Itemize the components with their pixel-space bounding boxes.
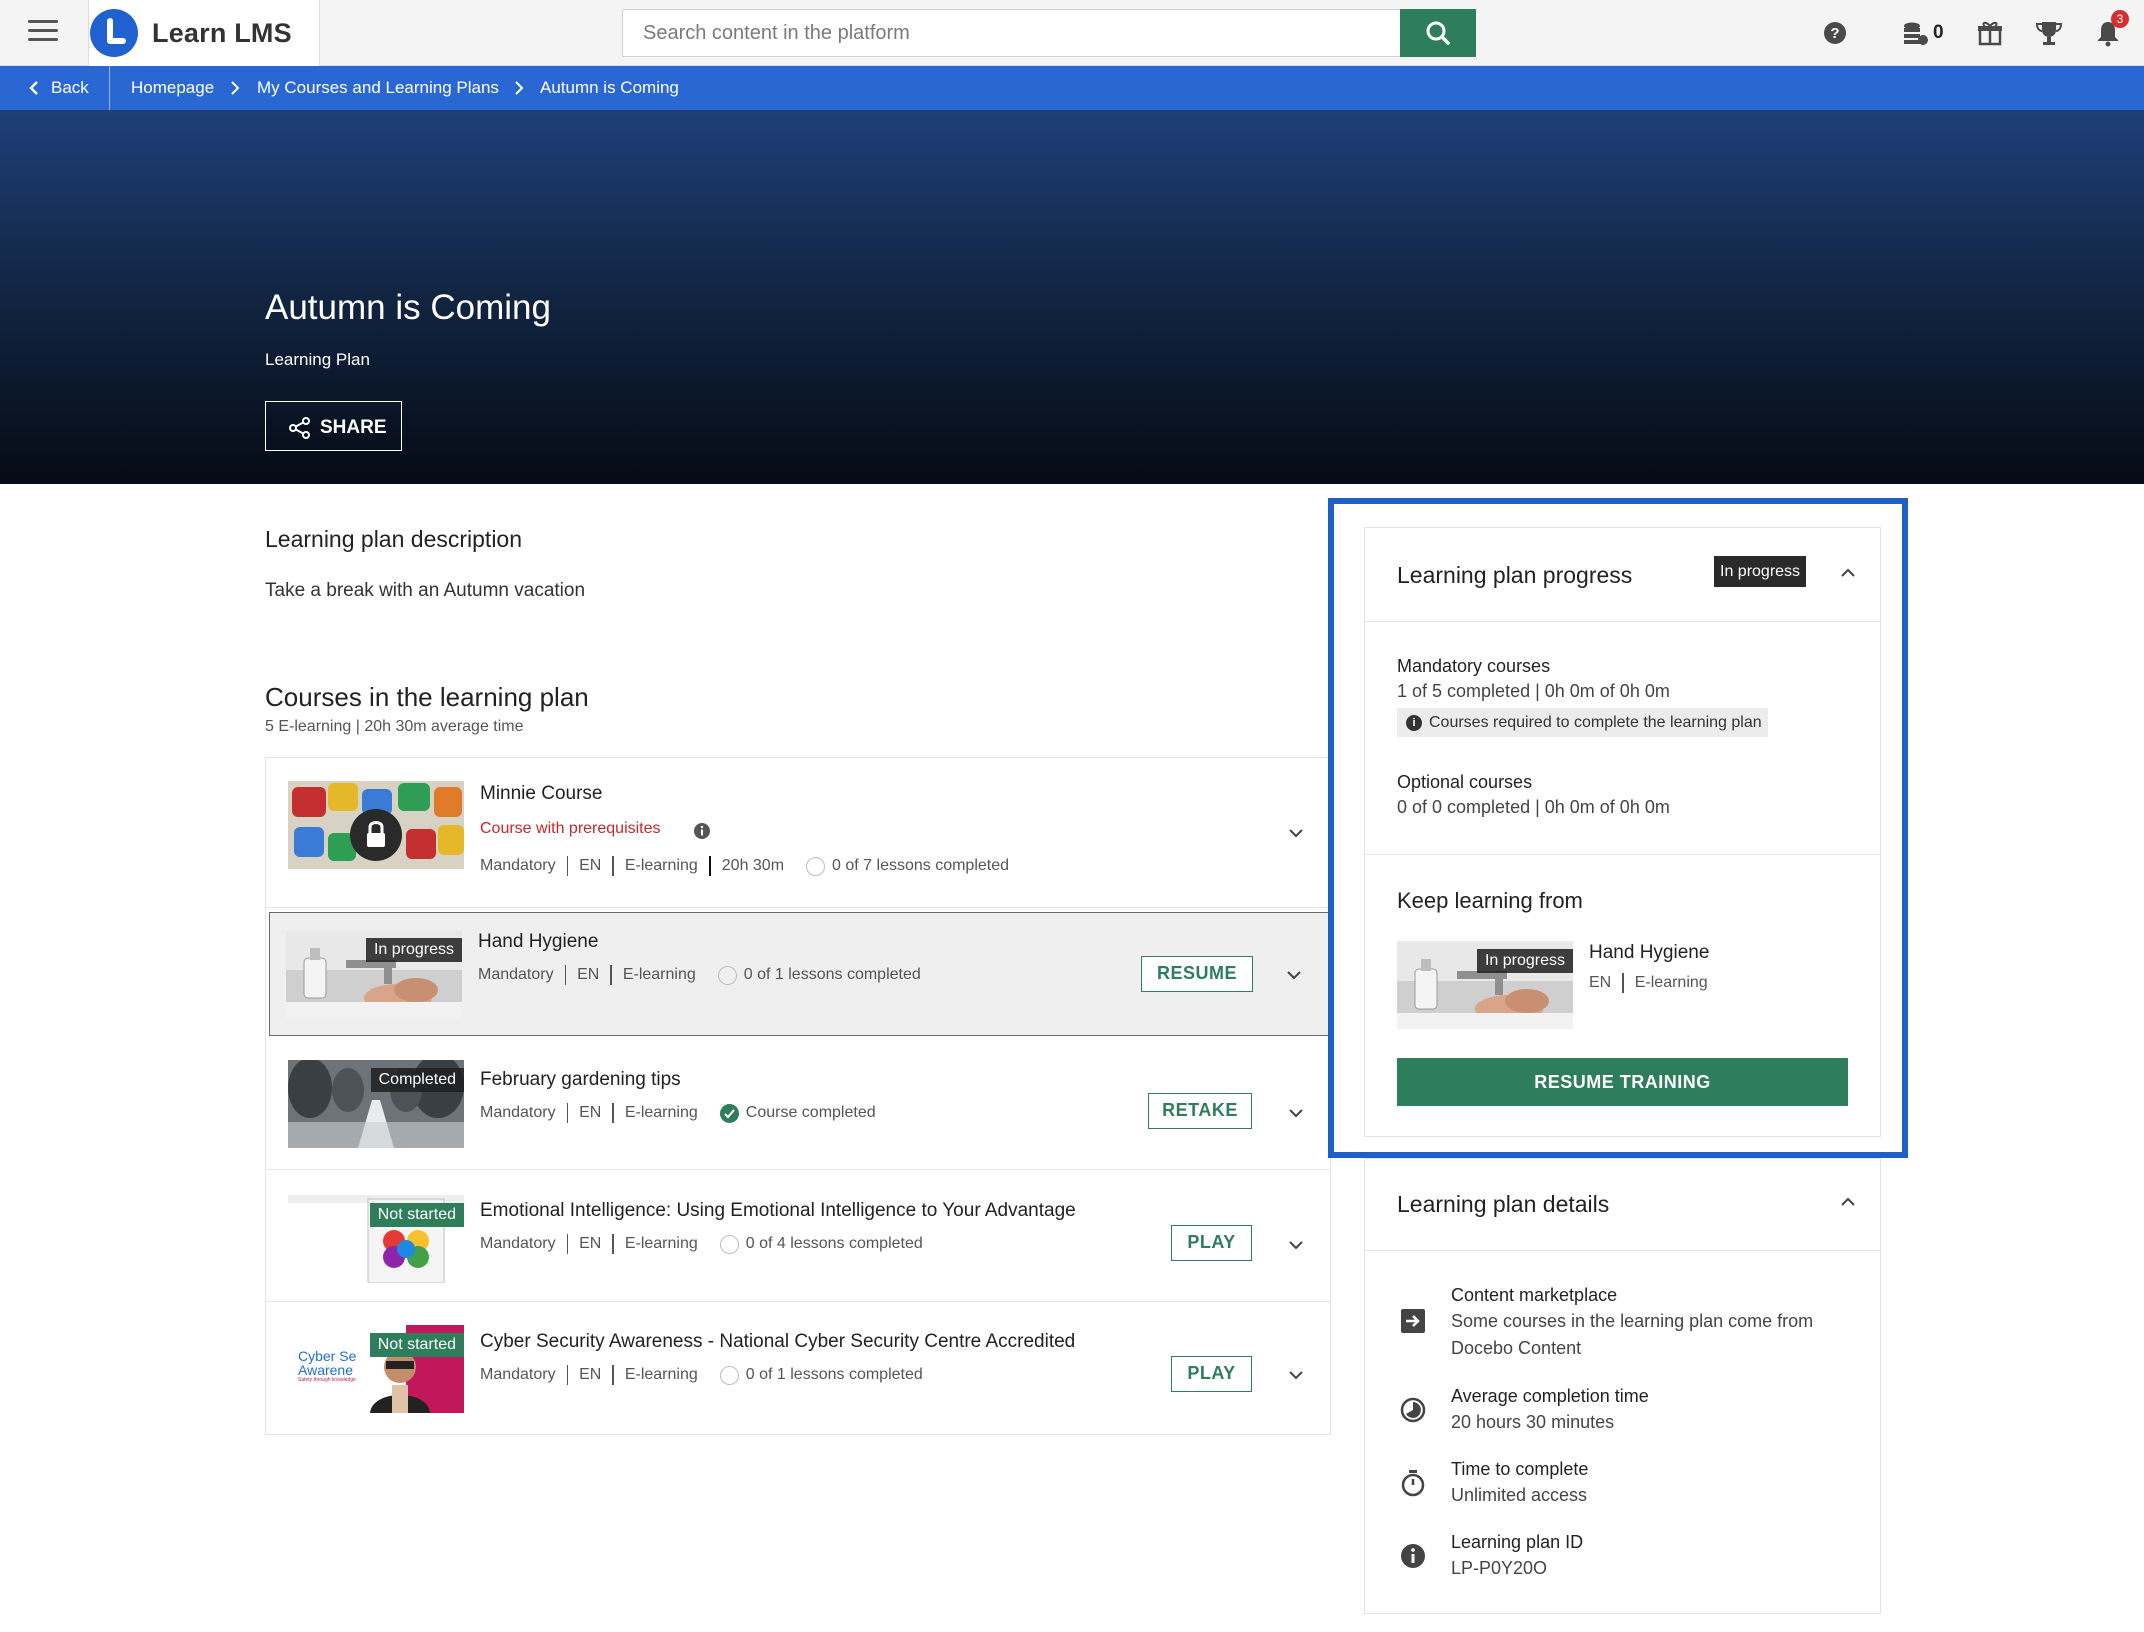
search-button[interactable] <box>1400 9 1476 57</box>
course-row-cyber-security[interactable]: Cyber Se Awarene Safety through knowledg… <box>266 1304 1330 1434</box>
share-button[interactable]: SHARE <box>265 401 402 451</box>
notification-badge: 3 <box>2111 10 2129 28</box>
course-meta: Mandatory EN E-learning 0 of 1 lessons c… <box>480 1365 923 1385</box>
thumbnail-caption: Cyber Se Awarene Safety through knowledg… <box>298 1348 357 1383</box>
course-thumbnail <box>288 781 464 869</box>
resume-button[interactable]: RESUME <box>1141 956 1253 992</box>
breadcrumb: Back Homepage My Courses and Learning Pl… <box>0 66 2144 110</box>
top-bar: Learn LMS ? 0 3 <box>0 0 2144 66</box>
retake-button[interactable]: RETAKE <box>1148 1093 1252 1129</box>
description-heading: Learning plan description <box>265 526 523 552</box>
detail-label: Content marketplace <box>1451 1285 1618 1305</box>
search-icon <box>1426 21 1450 45</box>
status-badge: Completed <box>370 1068 464 1092</box>
chevron-down-icon[interactable] <box>1286 826 1306 840</box>
course-row-february-gardening[interactable]: Completed February gardening tips Mandat… <box>266 1040 1330 1170</box>
svg-text:?: ? <box>1830 25 1839 42</box>
content-type: Learning Plan <box>265 350 370 369</box>
status-badge: Not started <box>369 1333 464 1357</box>
chevron-down-icon[interactable] <box>1286 1368 1306 1382</box>
progress-circle-icon <box>717 965 737 985</box>
details-card-header[interactable]: Learning plan details <box>1365 1159 1880 1251</box>
courses-summary: 5 E-learning | 20h 30m average time <box>265 718 524 735</box>
breadcrumb-homepage[interactable]: Homepage <box>131 78 214 98</box>
course-meta: Mandatory EN E-learning 0 of 4 lessons c… <box>480 1234 923 1254</box>
chevron-left-icon <box>29 81 38 95</box>
marketplace-icon <box>1401 1309 1425 1333</box>
play-button[interactable]: PLAY <box>1171 1225 1252 1261</box>
detail-value: Some courses in the learning plan come f… <box>1451 1311 1814 1358</box>
chevron-right-icon <box>515 81 524 95</box>
chevron-right-icon <box>231 81 240 95</box>
course-meta: Mandatory EN E-learning Course completed <box>480 1103 876 1123</box>
course-title[interactable]: Cyber Security Awareness - National Cybe… <box>480 1331 1075 1353</box>
back-label: Back <box>51 78 89 97</box>
hero-banner: Autumn is Coming Learning Plan SHARE <box>0 110 2144 484</box>
progress-circle-icon <box>719 1365 739 1385</box>
detail-label: Time to complete <box>1451 1459 1589 1479</box>
gift-icon[interactable] <box>1975 18 2005 48</box>
focus-highlight-frame <box>1328 498 1908 1158</box>
course-row-minnie[interactable]: Minnie Course Course with prerequisites … <box>266 758 1330 908</box>
chevron-up-icon[interactable] <box>1839 1196 1857 1208</box>
hamburger-icon[interactable] <box>28 20 58 46</box>
course-meta: Mandatory EN E-learning 0 of 1 lessons c… <box>478 965 921 985</box>
course-thumbnail: In progress <box>286 930 462 1018</box>
learning-plan-details-card: Learning plan details Content marketplac… <box>1364 1158 1881 1614</box>
check-circle-icon <box>719 1103 739 1123</box>
description-text: Take a break with an Autumn vacation <box>265 580 586 601</box>
course-meta: Mandatory EN E-learning 20h 30m 0 of 7 l… <box>480 856 1010 876</box>
status-badge: Not started <box>369 1203 464 1227</box>
info-icon[interactable] <box>693 822 711 840</box>
progress-circle-icon <box>719 1234 739 1254</box>
detail-label: Average completion time <box>1451 1386 1649 1406</box>
trophy-icon[interactable] <box>2034 18 2064 48</box>
course-row-hand-hygiene[interactable]: In progress Hand Hygiene Mandatory EN E-… <box>269 912 1333 1036</box>
share-label: SHARE <box>320 417 387 438</box>
courses-heading: Courses in the learning plan <box>265 682 589 712</box>
breadcrumb-current: Autumn is Coming <box>540 78 679 97</box>
info-icon <box>1401 1544 1425 1568</box>
coins-icon[interactable] <box>1900 18 1930 48</box>
detail-value: 20 hours 30 minutes <box>1451 1412 1615 1432</box>
chevron-down-icon[interactable] <box>1286 1106 1306 1120</box>
search-input[interactable] <box>623 10 1401 56</box>
progress-circle-icon <box>806 856 826 876</box>
course-list: Minnie Course Course with prerequisites … <box>265 757 1333 1435</box>
back-button[interactable]: Back <box>0 66 110 110</box>
brand[interactable]: Learn LMS <box>88 0 320 66</box>
course-title[interactable]: Emotional Intelligence: Using Emotional … <box>480 1200 1076 1222</box>
share-icon <box>289 417 310 439</box>
course-row-emotional-intelligence[interactable]: Not started Emotional Intelligence: Usin… <box>266 1172 1330 1302</box>
play-button[interactable]: PLAY <box>1171 1356 1252 1392</box>
page-title: Autumn is Coming <box>265 288 551 327</box>
course-thumbnail: Completed <box>288 1060 464 1148</box>
stopwatch-icon <box>1401 1470 1425 1497</box>
clock-pie-icon <box>1400 1397 1426 1423</box>
course-thumbnail: Not started <box>288 1195 464 1283</box>
detail-value: Unlimited access <box>1451 1485 1588 1505</box>
chevron-down-icon[interactable] <box>1284 968 1304 982</box>
status-badge: In progress <box>365 938 462 962</box>
course-title[interactable]: Minnie Course <box>480 783 603 805</box>
detail-label: Learning plan ID <box>1451 1532 1584 1552</box>
prerequisite-label: Course with prerequisites <box>480 820 661 837</box>
brand-logo-icon <box>90 9 138 57</box>
chevron-down-icon[interactable] <box>1286 1238 1306 1252</box>
search-box <box>622 9 1402 57</box>
detail-value: LP-P0Y20O <box>1451 1558 1548 1578</box>
help-icon[interactable]: ? <box>1820 18 1850 48</box>
course-thumbnail: Cyber Se Awarene Safety through knowledg… <box>288 1325 464 1413</box>
breadcrumb-my-courses[interactable]: My Courses and Learning Plans <box>257 78 499 98</box>
brand-name: Learn LMS <box>152 18 292 48</box>
course-title[interactable]: Hand Hygiene <box>478 931 598 953</box>
course-title[interactable]: February gardening tips <box>480 1069 681 1091</box>
card-title: Learning plan details <box>1397 1191 1610 1217</box>
coins-count: 0 <box>1933 22 1944 43</box>
